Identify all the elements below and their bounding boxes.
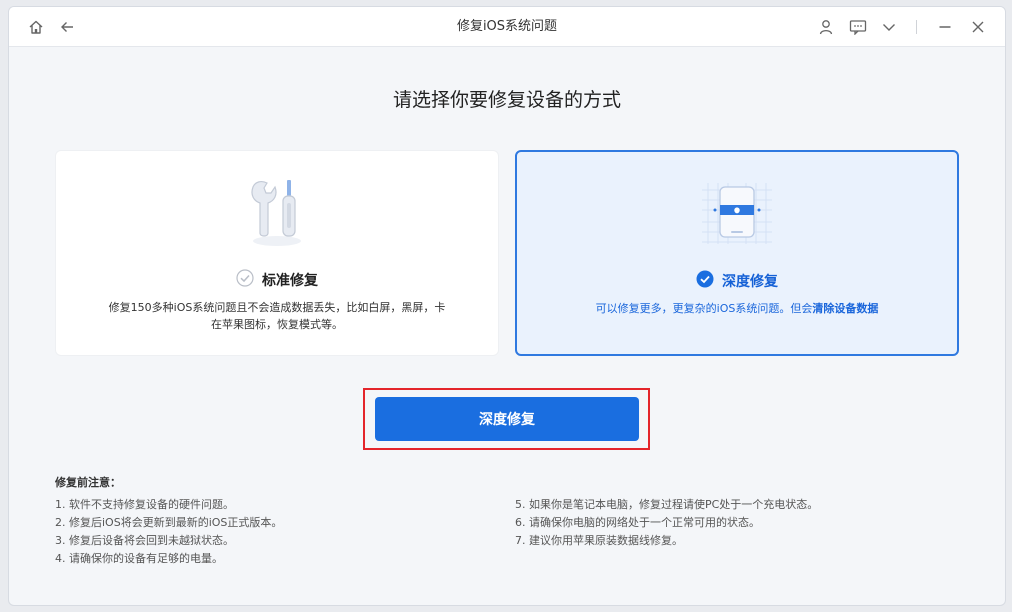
chevron-down-icon[interactable] [879,17,899,37]
close-icon[interactable] [968,17,988,37]
checked-circle-icon[interactable] [696,270,714,292]
user-icon[interactable] [816,17,836,37]
standard-desc-line2: 在苹果图标，恢复模式等。 [211,318,343,331]
phone-repair-icon [698,178,776,254]
titlebar-divider [916,20,917,34]
notes-title: 修复前注意： [55,476,121,489]
deep-repair-card[interactable]: 深度修复 可以修复更多，更复杂的iOS系统问题。但会清除设备数据 [515,150,959,356]
notes-right-column: 5. 如果你是笔记本电脑，修复过程请使PC处于一个充电状态。 6. 请确保你电脑… [515,496,818,550]
deep-title: 深度修复 [722,274,778,290]
note-item: 5. 如果你是笔记本电脑，修复过程请使PC处于一个充电状态。 [515,498,819,511]
note-item: 6. 请确保你电脑的网络处于一个正常可用的状态。 [515,516,760,529]
standard-repair-card[interactable]: 标准修复 修复150多种iOS系统问题且不会造成数据丢失，比如白屏，黑屏，卡 在… [55,150,499,356]
deep-title-row: 深度修复 [517,270,957,292]
deep-description: 可以修复更多，更复杂的iOS系统问题。但会清除设备数据 [565,300,909,317]
note-item: 4. 请确保你的设备有足够的电量。 [55,552,223,565]
minimize-icon[interactable] [935,17,955,37]
tools-icon [242,177,312,253]
standard-desc-line1: 修复150多种iOS系统问题且不会造成数据丢失，比如白屏，黑屏，卡 [108,301,446,314]
deep-desc-warning: 清除设备数据 [812,302,879,315]
deep-desc-text: 可以修复更多，更复杂的iOS系统问题。但会 [595,302,813,315]
note-item: 1. 软件不支持修复设备的硬件问题。 [55,498,234,511]
standard-title-row: 标准修复 [56,269,498,291]
deep-repair-button[interactable]: 深度修复 [375,397,639,441]
unchecked-circle-icon[interactable] [236,269,254,291]
app-window: 修复iOS系统问题 请选择你要修复设备的方式 标准修复 修复150多种iOS系统… [8,6,1006,606]
standard-description: 修复150多种iOS系统问题且不会造成数据丢失，比如白屏，黑屏，卡 在苹果图标，… [104,299,450,333]
notes-left-column: 1. 软件不支持修复设备的硬件问题。 2. 修复后iOS将会更新到最新的iOS正… [55,496,282,568]
note-item: 3. 修复后设备将会回到未越狱状态。 [55,534,234,547]
note-item: 7. 建议你用苹果原装数据线修复。 [515,534,683,547]
note-item: 2. 修复后iOS将会更新到最新的iOS正式版本。 [55,516,283,529]
page-heading: 请选择你要修复设备的方式 [392,89,621,111]
title-bar: 修复iOS系统问题 [9,7,1005,47]
feedback-icon[interactable] [848,17,868,37]
standard-title: 标准修复 [262,273,318,289]
